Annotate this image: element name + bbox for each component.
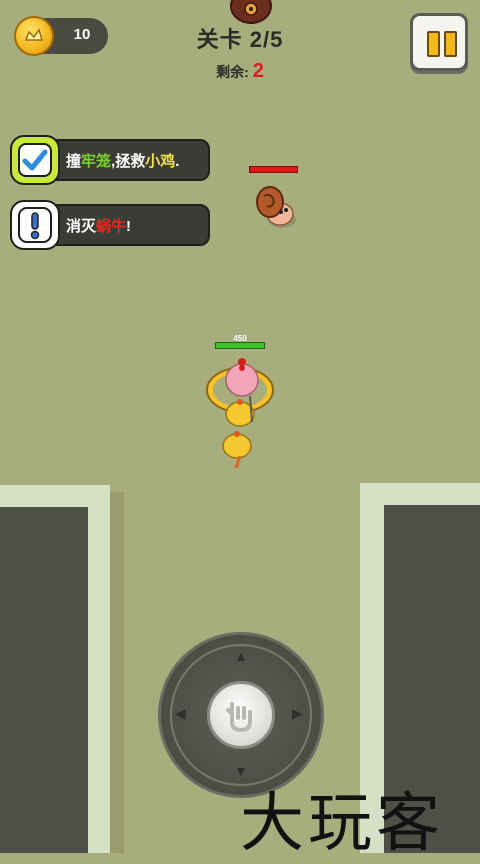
left-wall-edge (88, 485, 110, 853)
watermark-logo: 大玩客 (240, 787, 444, 861)
gold-coin-icon (14, 16, 54, 56)
snail-enemy-icon (256, 186, 296, 228)
arrow-right-icon: ▶ (292, 705, 303, 721)
mission-text-part: . (175, 153, 180, 170)
mission-text-part: ,拯救 (111, 153, 146, 170)
checkmark-icon (10, 135, 60, 185)
pause-icon (427, 31, 440, 57)
hand-icon (226, 702, 252, 733)
player-pig-icon (206, 358, 274, 469)
arrow-left-icon: ◀ (175, 705, 186, 721)
joystick-knob[interactable] (207, 681, 275, 749)
remaining-count: 2 (252, 60, 264, 82)
mission-text-part: 消灭 (66, 218, 97, 235)
remaining-enemies: 剩余: 2 (180, 60, 300, 83)
left-wall-interior (0, 507, 88, 853)
mission-text-part: 撞 (66, 153, 82, 170)
mission-highlight-cage: 牢笼 (81, 153, 112, 170)
exclamation-icon (10, 200, 60, 250)
mission-defeat-text: 消灭蜗牛! (66, 215, 131, 236)
mission-highlight-snail: 蜗牛 (96, 218, 127, 235)
pause-button[interactable] (410, 13, 468, 71)
coin-count: 10 (73, 26, 91, 43)
mission-text-part: ! (126, 218, 132, 235)
pause-icon-bar (444, 31, 457, 57)
snail-health-bar (249, 166, 298, 173)
player-health-bar (215, 342, 265, 349)
arrow-up-icon: ▲ (234, 648, 248, 664)
remaining-label: 剩余: (216, 64, 249, 80)
mission-rescue-text: 撞牢笼,拯救小鸡. (66, 150, 179, 171)
mission-highlight-chick: 小鸡 (145, 153, 176, 170)
level-indicator: 关卡 2/5 (196, 27, 284, 52)
left-wall-shadow (110, 492, 124, 853)
